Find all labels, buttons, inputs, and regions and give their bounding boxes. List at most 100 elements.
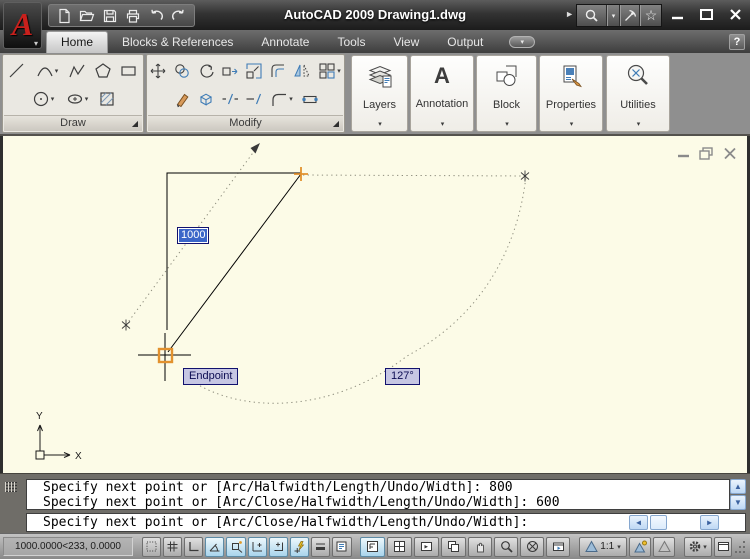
tab-output[interactable]: Output <box>433 33 497 53</box>
communication-center-button[interactable] <box>620 5 640 26</box>
snap-toggle-button[interactable] <box>141 536 161 557</box>
close-icon <box>724 147 736 160</box>
workspace-switching-button[interactable]: ▾ <box>684 536 712 557</box>
coordinates-readout[interactable]: 1000.0000<233, 0.0000 <box>3 537 133 556</box>
minimize-icon <box>678 154 689 158</box>
arc-button[interactable]: ▾ <box>32 59 62 83</box>
polar-tracking-toggle-button[interactable] <box>205 536 225 557</box>
quick-properties-toggle-button[interactable] <box>332 536 352 557</box>
command-input-line[interactable]: Specify next point or [Arc/Close/Halfwid… <box>26 513 746 532</box>
array-button[interactable]: ▾ <box>315 59 345 83</box>
ortho-icon <box>189 542 199 552</box>
menu-browser-button[interactable]: A ▾ <box>3 2 42 49</box>
chevron-down-icon: ▾ <box>440 121 445 128</box>
steering-wheel-button[interactable] <box>520 536 544 557</box>
offset-button[interactable] <box>267 59 289 83</box>
object-snap-tracking-toggle-button[interactable] <box>247 536 267 557</box>
auto-annotation-scale-button[interactable] <box>653 536 675 557</box>
line-button[interactable] <box>6 59 28 83</box>
rotate-button[interactable] <box>195 59 217 83</box>
grid-icon <box>167 541 178 552</box>
drawing-area[interactable]: Y X 1000 Endpoint 127° <box>3 136 747 473</box>
scale-button[interactable] <box>243 59 265 83</box>
utilities-panel-button[interactable]: Utilities ▾ <box>606 55 670 132</box>
annotation-visibility-button[interactable] <box>629 536 651 557</box>
layout-button[interactable] <box>387 536 413 557</box>
dynamic-input-toggle-button[interactable] <box>290 536 310 557</box>
close-button[interactable] <box>725 6 745 22</box>
showmotion-button[interactable] <box>546 536 570 557</box>
join-button[interactable] <box>299 87 321 111</box>
scroll-right-button[interactable]: ▶ <box>700 515 719 530</box>
grid-toggle-button[interactable] <box>162 536 183 557</box>
rectangle-button[interactable] <box>118 59 140 83</box>
command-drag-grip[interactable] <box>5 482 17 492</box>
ortho-toggle-button[interactable] <box>184 536 204 557</box>
tab-view[interactable]: View <box>379 33 433 53</box>
maximize-button[interactable] <box>696 6 716 22</box>
minimize-button[interactable] <box>667 6 687 22</box>
block-panel-button[interactable]: Block ▾ <box>476 55 537 132</box>
scroll-down-button[interactable]: ▼ <box>730 495 746 510</box>
mirror-button[interactable] <box>291 59 313 83</box>
trim-button[interactable] <box>219 87 241 111</box>
polar-icon <box>209 543 220 552</box>
infocenter-expand-arrow[interactable]: ► <box>565 9 574 19</box>
steering-wheel-icon <box>526 541 538 552</box>
stretch-button[interactable] <box>219 59 241 83</box>
scroll-left-button[interactable]: ◀ <box>629 515 648 530</box>
fillet-button[interactable]: ▾ <box>267 87 297 111</box>
ucs-y-label: Y <box>36 411 43 422</box>
layers-panel-button[interactable]: Layers ▾ <box>351 55 408 132</box>
resize-grip[interactable] <box>734 537 747 557</box>
ribbon-minimize-button[interactable]: ▾ <box>509 36 536 48</box>
zoom-button[interactable] <box>494 536 518 557</box>
extend-button[interactable] <box>243 87 265 111</box>
clean-screen-button[interactable] <box>714 536 732 557</box>
dynamic-ucs-toggle-button[interactable] <box>268 536 288 557</box>
chevron-down-icon: ▾ <box>84 96 89 103</box>
ribbon-tab-bar: Home Blocks & References Annotate Tools … <box>0 30 750 53</box>
chevron-down-icon: ▾ <box>33 39 38 48</box>
polyline-button[interactable] <box>66 59 88 83</box>
dialog-launcher-icon[interactable]: ◢ <box>132 120 138 128</box>
search-button[interactable] <box>577 5 607 26</box>
pan-button[interactable] <box>468 536 492 557</box>
erase-icon <box>176 93 188 108</box>
tab-home[interactable]: Home <box>46 31 109 53</box>
mirror-icon <box>293 64 310 77</box>
drawing-close-button[interactable] <box>722 147 738 160</box>
tab-annotate[interactable]: Annotate <box>247 33 323 53</box>
dynamic-input-field[interactable]: 1000 <box>177 227 210 244</box>
chevron-down-icon: ▾ <box>703 543 707 551</box>
circle-button[interactable]: ▾ <box>28 87 58 111</box>
object-snap-toggle-button[interactable] <box>226 536 246 557</box>
search-dropdown-button[interactable]: ▾ <box>607 5 620 26</box>
drawing-canvas[interactable]: Y X <box>3 136 747 473</box>
annotation-panel-button[interactable]: A Annotation ▾ <box>410 55 474 132</box>
drawing-minimize-button[interactable] <box>676 147 692 160</box>
scroll-up-button[interactable]: ▲ <box>730 479 746 494</box>
tab-blocks-references[interactable]: Blocks & References <box>108 33 247 53</box>
polygon-button[interactable] <box>92 59 114 83</box>
satellite-icon <box>624 9 636 21</box>
favorites-button[interactable]: ☆ <box>640 5 661 26</box>
dialog-launcher-icon[interactable]: ◢ <box>333 120 339 128</box>
annotation-scale-button[interactable]: 1:1 ▾ <box>579 536 627 557</box>
ellipse-button[interactable]: ▾ <box>62 87 92 111</box>
quick-view-drawings-button[interactable] <box>441 536 466 557</box>
tab-tools[interactable]: Tools <box>323 33 379 53</box>
scroll-thumb[interactable] <box>650 515 667 530</box>
hatch-button[interactable] <box>96 87 118 111</box>
drawing-restore-button[interactable] <box>699 147 715 160</box>
properties-panel-button[interactable]: Properties ▾ <box>539 55 603 132</box>
quick-view-layouts-button[interactable] <box>414 536 440 557</box>
track-arrowhead <box>250 143 260 154</box>
help-button[interactable]: ? <box>729 34 745 50</box>
erase-button[interactable] <box>171 87 193 111</box>
move-button[interactable] <box>147 59 169 83</box>
copy-button[interactable] <box>171 59 193 83</box>
model-button[interactable] <box>360 536 386 557</box>
lineweight-toggle-button[interactable] <box>311 536 331 557</box>
explode-button[interactable] <box>195 87 217 111</box>
